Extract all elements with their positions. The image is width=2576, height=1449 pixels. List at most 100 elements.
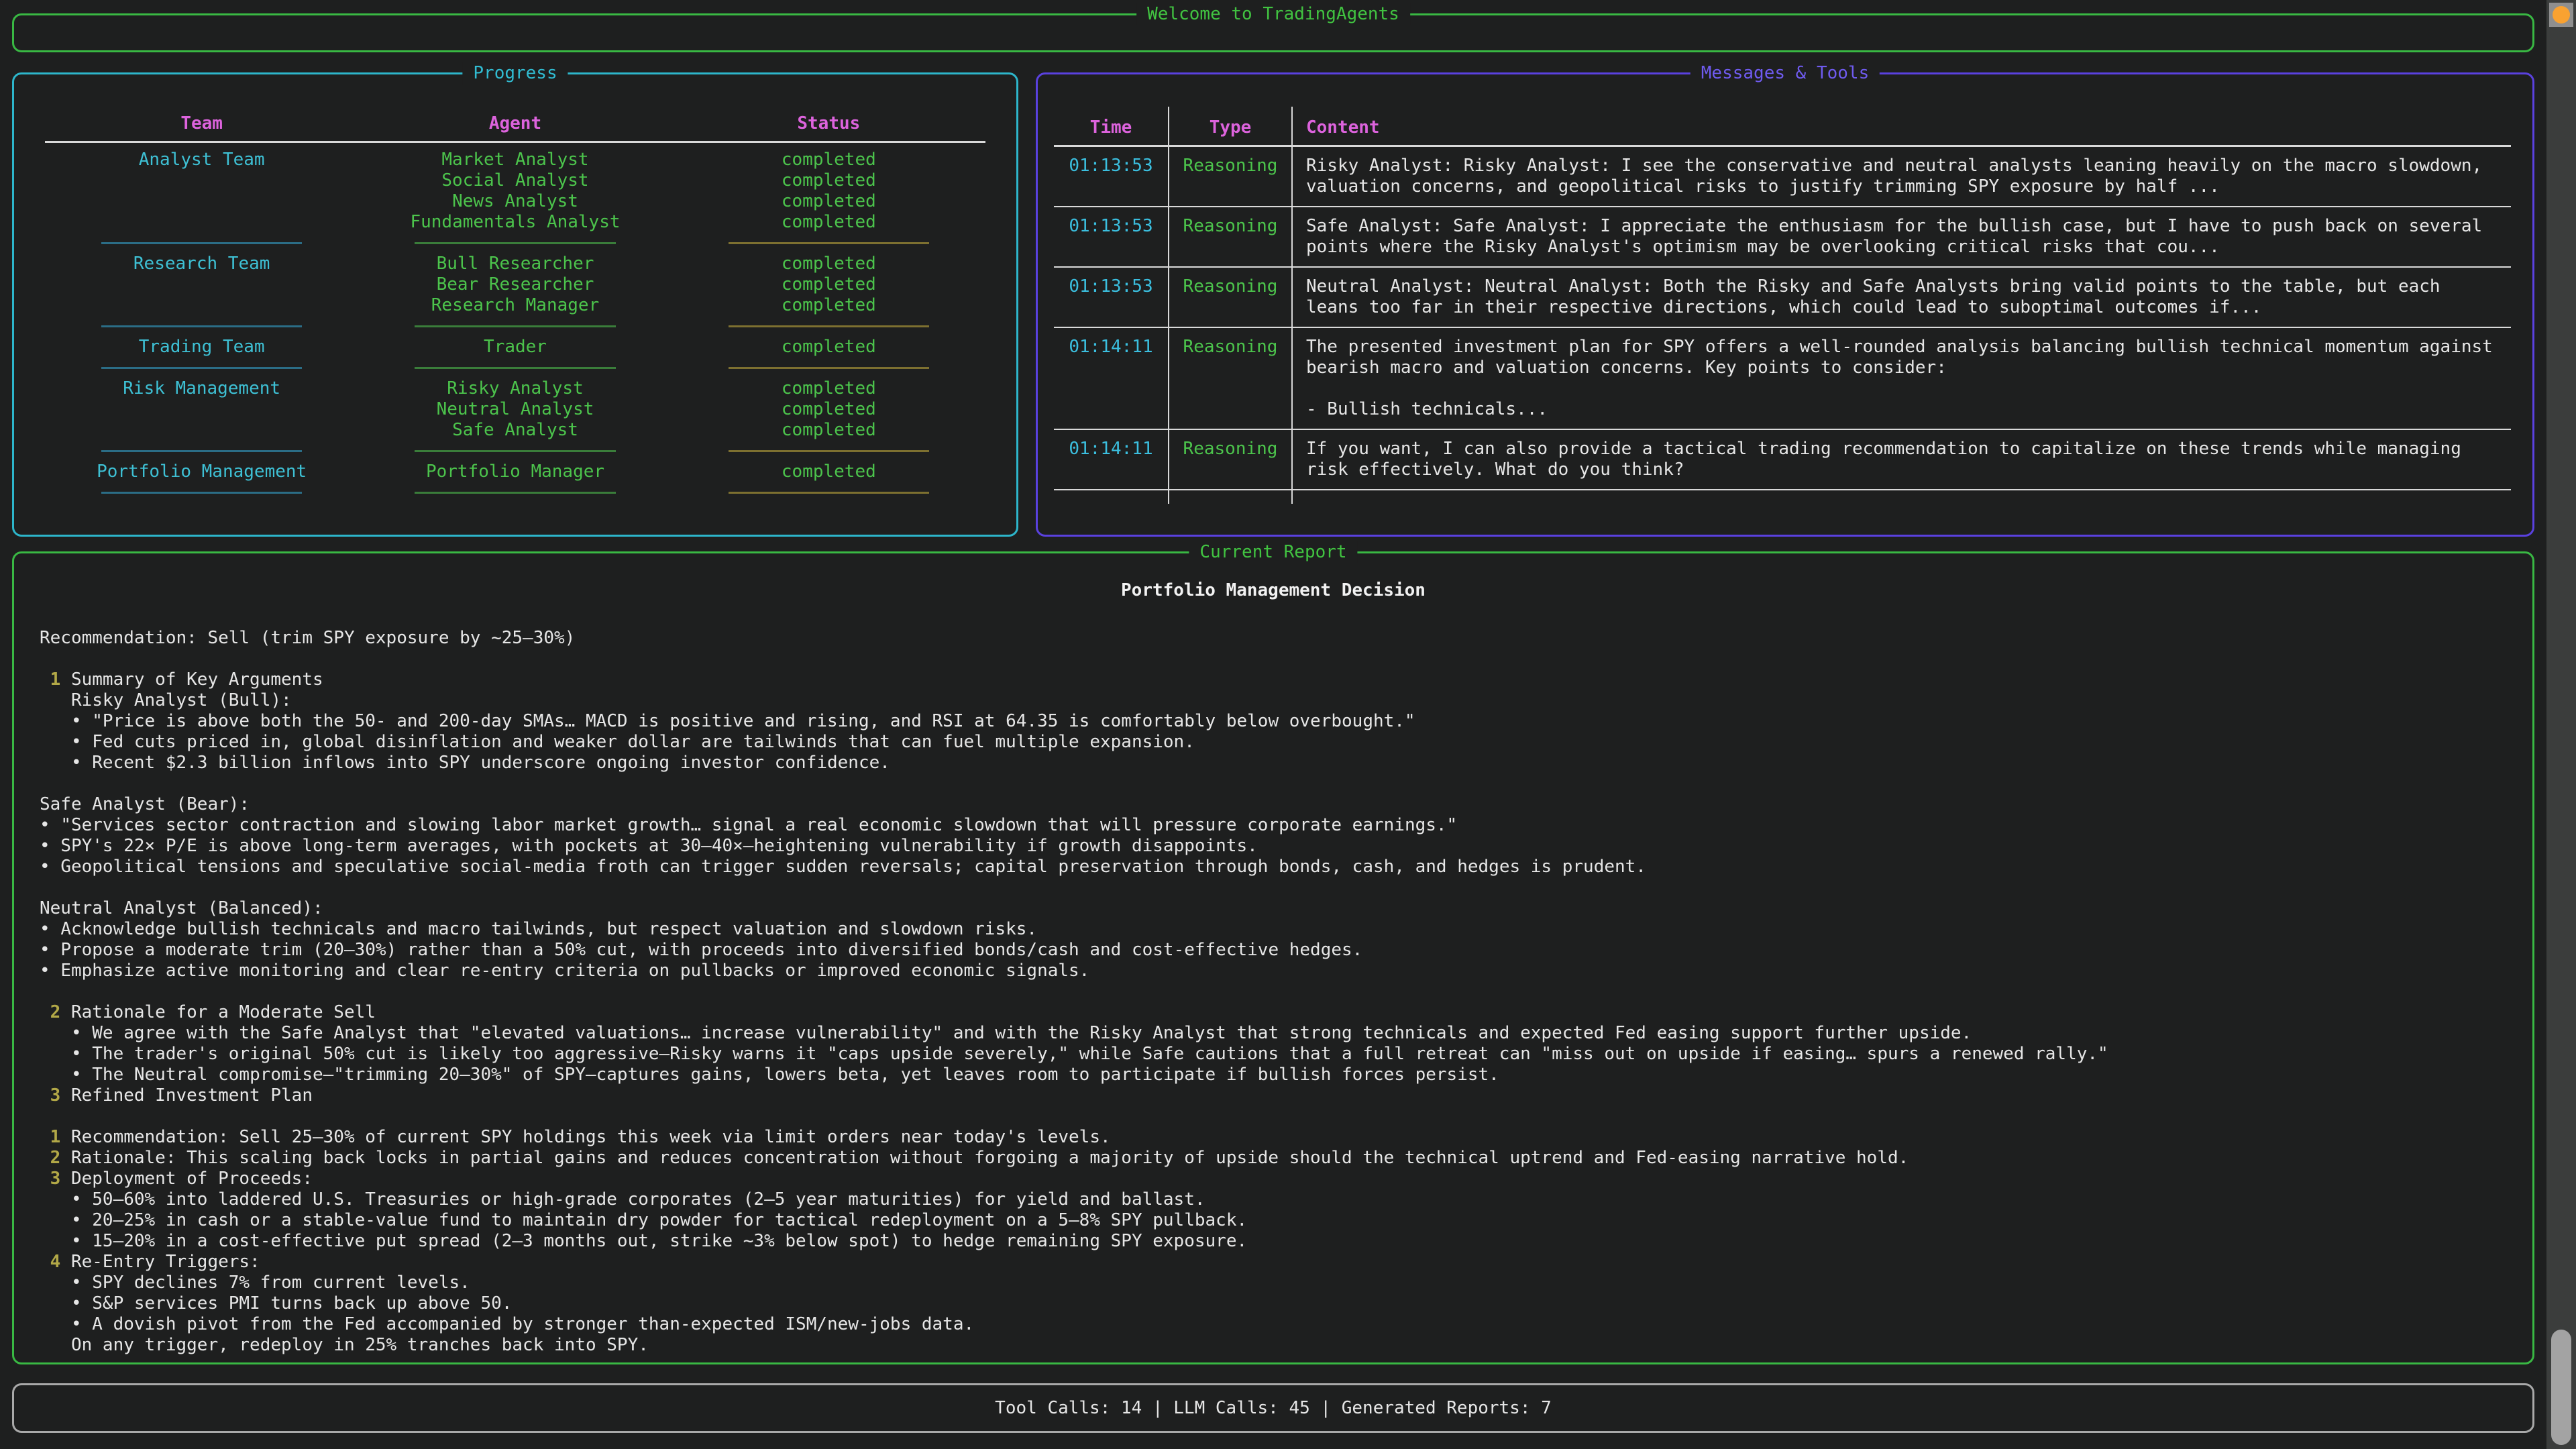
report-panel-title: Current Report (1189, 541, 1357, 564)
progress-separator-agent (415, 450, 615, 462)
report-line: 1 Summary of Key Arguments (40, 669, 2503, 690)
message-row: 01:14:11ReasoningThe presented investmen… (1054, 328, 2511, 429)
progress-header-separator (45, 141, 985, 143)
stub-type (1168, 490, 1291, 504)
progress-status-cell: completed (672, 150, 985, 170)
progress-team-cell (45, 191, 358, 212)
message-type: Reasoning (1168, 268, 1291, 327)
message-row: 01:14:11ReasoningIf you want, I can also… (1054, 430, 2511, 489)
report-line-marker: • (40, 961, 60, 981)
progress-agent-cell: Social Analyst (358, 170, 672, 191)
progress-team-cell (45, 212, 358, 233)
messages-table-header: Time Type Content (1054, 107, 2511, 145)
report-line-text (40, 649, 50, 669)
report-line (40, 981, 2503, 1002)
report-line: • Recent $2.3 billion inflows into SPY u… (40, 753, 2503, 773)
progress-section-separator (45, 441, 985, 462)
progress-row: Safe Analystcompleted (45, 420, 985, 441)
report-panel: Current Report Portfolio Management Deci… (12, 551, 2534, 1364)
progress-agent-cell: Trader (358, 337, 672, 358)
message-row: 01:13:53ReasoningSafe Analyst: Safe Anal… (1054, 207, 2511, 266)
report-line-marker: • (71, 1044, 92, 1064)
report-line-marker: • (71, 1293, 92, 1313)
report-line (40, 773, 2503, 794)
report-line-marker: • (40, 815, 60, 835)
progress-agent-cell: Neutral Analyst (358, 399, 672, 420)
report-line: • 15–20% in a cost-effective put spread … (40, 1231, 2503, 1252)
report-line-marker: • (71, 1231, 92, 1251)
report-line: • Fed cuts priced in, global disinflatio… (40, 732, 2503, 753)
report-line-marker: • (40, 836, 60, 856)
progress-column-team: Team (45, 113, 358, 141)
scrollbar-thumb[interactable] (2551, 1330, 2571, 1445)
progress-status-cell: completed (672, 420, 985, 441)
scrollbar-track[interactable] (2546, 0, 2576, 1449)
message-type: Reasoning (1168, 328, 1291, 429)
report-line-marker: • (71, 711, 92, 731)
report-line: 3 Deployment of Proceeds: (40, 1169, 2503, 1189)
progress-separator-status (729, 367, 929, 378)
message-row: 01:13:53ReasoningRisky Analyst: Risky An… (1054, 147, 2511, 206)
report-line-text: 20–25% in cash or a stable-value fund to… (92, 1210, 1247, 1230)
footer-panel: Tool Calls: 14 | LLM Calls: 45 | Generat… (12, 1383, 2534, 1433)
progress-separator-team (101, 450, 302, 462)
progress-separator-status (729, 492, 929, 503)
progress-agent-cell: Research Manager (358, 295, 672, 316)
report-line: On any trigger, redeploy in 25% tranches… (40, 1335, 2503, 1356)
progress-agent-cell: Market Analyst (358, 150, 672, 170)
message-content: The presented investment plan for SPY of… (1291, 328, 2511, 429)
report-line: 2 Rationale: This scaling back locks in … (40, 1148, 2503, 1169)
report-line-text: Recent $2.3 billion inflows into SPY und… (92, 753, 890, 773)
report-line: • S&P services PMI turns back up above 5… (40, 1293, 2503, 1314)
report-line-text (40, 1106, 50, 1126)
progress-team-cell: Portfolio Management (45, 462, 358, 482)
progress-team-cell (45, 399, 358, 420)
report-line-text: Recommendation: Sell 25–30% of current S… (71, 1127, 1111, 1147)
terminal-screen: Welcome to TradingAgents Progress Team A… (0, 0, 2576, 1449)
progress-panel: Progress Team Agent Status Analyst TeamM… (12, 72, 1018, 537)
report-line-marker: • (71, 1189, 92, 1210)
report-line-marker: 1 (50, 669, 71, 690)
report-line-text: Risky Analyst (Bull): (71, 690, 292, 710)
report-line-text: 50–60% into laddered U.S. Treasuries or … (92, 1189, 1205, 1210)
progress-table-header: Team Agent Status (45, 113, 985, 141)
report-line-marker: • (71, 1210, 92, 1230)
progress-row: Risk ManagementRisky Analystcompleted (45, 378, 985, 399)
report-line-marker: • (71, 1314, 92, 1334)
messages-table-stub (1054, 490, 2511, 504)
progress-column-agent: Agent (358, 113, 672, 141)
report-line-marker: • (71, 1023, 92, 1043)
progress-agent-cell: Bull Researcher (358, 254, 672, 274)
report-line-text: Re-Entry Triggers: (71, 1252, 260, 1272)
message-time: 01:14:11 (1054, 328, 1168, 429)
progress-status-cell: completed (672, 191, 985, 212)
message-time: 01:13:53 (1054, 207, 1168, 266)
progress-separator-agent (415, 367, 615, 378)
progress-row: News Analystcompleted (45, 191, 985, 212)
progress-agent-cell: Safe Analyst (358, 420, 672, 441)
report-line: • Geopolitical tensions and speculative … (40, 857, 2503, 877)
report-line-text: 15–20% in a cost-effective put spread (2… (92, 1231, 1247, 1251)
progress-status-cell: completed (672, 295, 985, 316)
report-body: Recommendation: Sell (trim SPY exposure … (40, 628, 2503, 1356)
report-line-text: The Neutral compromise—"trimming 20–30%"… (92, 1065, 1499, 1085)
progress-row: Portfolio ManagementPortfolio Managercom… (45, 462, 985, 482)
welcome-panel: Welcome to TradingAgents (12, 13, 2534, 52)
report-line-marker: • (40, 940, 60, 960)
report-line: • We agree with the Safe Analyst that "e… (40, 1023, 2503, 1044)
scroll-indicator-button[interactable] (2549, 3, 2573, 27)
report-line-text: Geopolitical tensions and speculative so… (60, 857, 1646, 877)
report-line-text: Propose a moderate trim (20–30%) rather … (60, 940, 1362, 960)
report-line: Recommendation: Sell (trim SPY exposure … (40, 628, 2503, 649)
report-line: 2 Rationale for a Moderate Sell (40, 1002, 2503, 1023)
progress-status-cell: completed (672, 337, 985, 358)
progress-row: Research Managercompleted (45, 295, 985, 316)
report-line-text: Refined Investment Plan (71, 1085, 313, 1106)
progress-row: Analyst TeamMarket Analystcompleted (45, 150, 985, 170)
messages-table: Time Type Content 01:13:53ReasoningRisky… (1054, 107, 2511, 504)
progress-agent-cell: Bear Researcher (358, 274, 672, 295)
progress-separator-team (101, 367, 302, 378)
message-time: 01:13:53 (1054, 268, 1168, 327)
progress-section-separator (45, 233, 985, 254)
report-line-text (40, 773, 50, 794)
